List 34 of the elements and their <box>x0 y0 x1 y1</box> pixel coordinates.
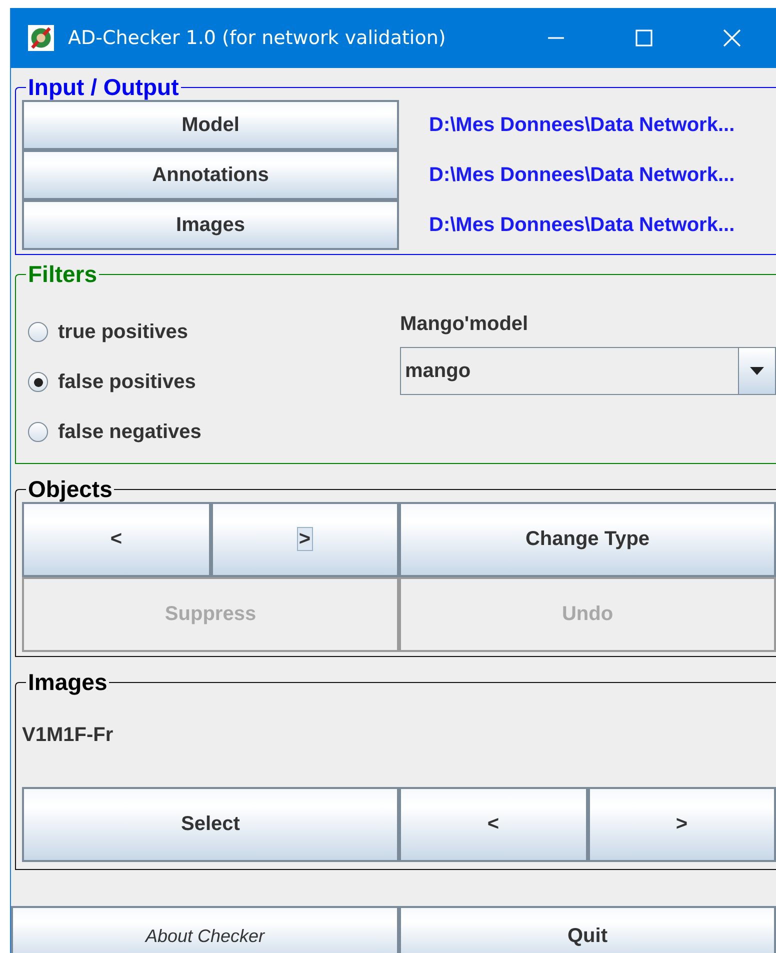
radio-circle[interactable] <box>28 422 48 442</box>
field-label: Mango'model <box>400 312 530 337</box>
panel-title: Filters <box>27 261 98 287</box>
caret-icon <box>750 367 764 375</box>
file-path: D:\Mes Donnees\Data Network... <box>429 164 735 186</box>
button[interactable]: < <box>399 787 588 862</box>
button[interactable]: Annotations <box>22 150 399 200</box>
button[interactable]: < <box>22 502 210 577</box>
radio-circle[interactable] <box>28 372 48 392</box>
radio-button[interactable]: false positives <box>22 357 400 407</box>
radio-button[interactable]: false negatives <box>22 407 400 457</box>
panel-title: Images <box>27 669 108 695</box>
button[interactable]: Quit <box>399 906 776 953</box>
radio-button[interactable]: true positives <box>22 307 400 357</box>
button[interactable]: Change Type <box>399 502 776 577</box>
button[interactable]: Images <box>22 200 399 250</box>
radio-circle[interactable] <box>28 322 48 342</box>
model-dropdown[interactable]: mango <box>400 347 776 395</box>
close-icon <box>722 28 742 48</box>
button[interactable]: Model <box>22 100 399 150</box>
button[interactable]: About Checker <box>11 906 399 953</box>
minimize-icon <box>546 37 566 39</box>
button[interactable]: > <box>588 787 776 862</box>
maximize-icon <box>634 28 654 48</box>
file-path: D:\Mes Donnees\Data Network... <box>429 214 735 236</box>
button[interactable]: > <box>210 502 399 577</box>
file-path: D:\Mes Donnees\Data Network... <box>429 114 735 136</box>
app-icon <box>28 25 54 51</box>
window-title: AD-Checker 1.0 (for network validation) <box>68 27 447 49</box>
focus-ring: > <box>298 528 312 550</box>
panel-title: Objects <box>27 476 114 502</box>
panel-title: Input / Output <box>27 74 180 100</box>
button[interactable]: Select <box>22 787 399 862</box>
image-name: V1M1F-Fr <box>22 723 114 748</box>
